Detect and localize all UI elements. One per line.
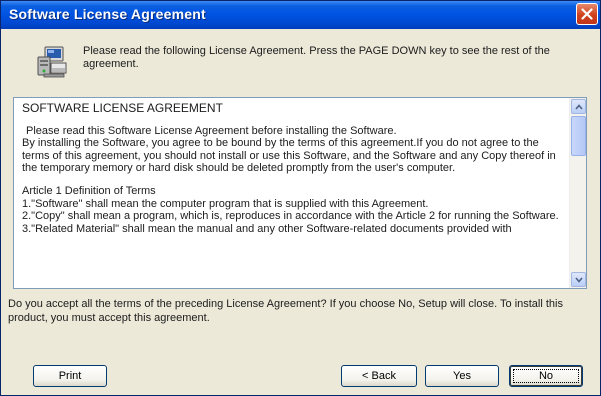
instruction-text: Please read the following License Agreem…: [83, 45, 550, 70]
license-dialog: Software License Agreement Please read t…: [0, 0, 601, 396]
no-button-label: No: [538, 370, 554, 382]
window-title: Software License Agreement: [9, 6, 206, 22]
chevron-down-icon: [575, 277, 583, 283]
close-button[interactable]: [576, 3, 598, 25]
close-icon: [581, 8, 593, 20]
scroll-down-button[interactable]: [571, 272, 586, 287]
license-text-area[interactable]: SOFTWARE LICENSE AGREEMENT Please read t…: [13, 97, 587, 289]
article-title: Article 1 Definition of Terms: [22, 184, 156, 197]
yes-button-label: Yes: [453, 370, 471, 382]
license-content: SOFTWARE LICENSE AGREEMENT Please read t…: [22, 102, 567, 235]
license-intro: Please read this Software License Agreem…: [26, 124, 397, 137]
print-button-label: Print: [58, 370, 82, 382]
term-copy: 2."Copy" shall mean a program, which is,…: [22, 210, 559, 223]
scroll-up-button[interactable]: [571, 99, 586, 114]
print-button[interactable]: Print: [33, 365, 107, 387]
back-button[interactable]: < Back: [341, 365, 417, 387]
setup-computer-icon: [35, 45, 69, 79]
license-paragraph: By installing the Software, you agree to…: [22, 137, 556, 175]
accept-question: Do you accept all the terms of the prece…: [8, 298, 563, 324]
term-software: 1."Software" shall mean the computer pro…: [22, 197, 429, 210]
term-related-material: 3."Related Material" shall mean the manu…: [22, 222, 512, 235]
header-panel: Please read the following License Agreem…: [1, 29, 600, 87]
back-button-label: < Back: [362, 370, 396, 382]
title-bar[interactable]: Software License Agreement: [1, 1, 600, 29]
license-heading: SOFTWARE LICENSE AGREEMENT: [22, 101, 223, 115]
chevron-up-icon: [575, 104, 583, 110]
vertical-scrollbar[interactable]: [569, 98, 586, 288]
scroll-thumb[interactable]: [571, 116, 586, 156]
no-button[interactable]: No: [509, 365, 583, 387]
yes-button[interactable]: Yes: [425, 365, 499, 387]
